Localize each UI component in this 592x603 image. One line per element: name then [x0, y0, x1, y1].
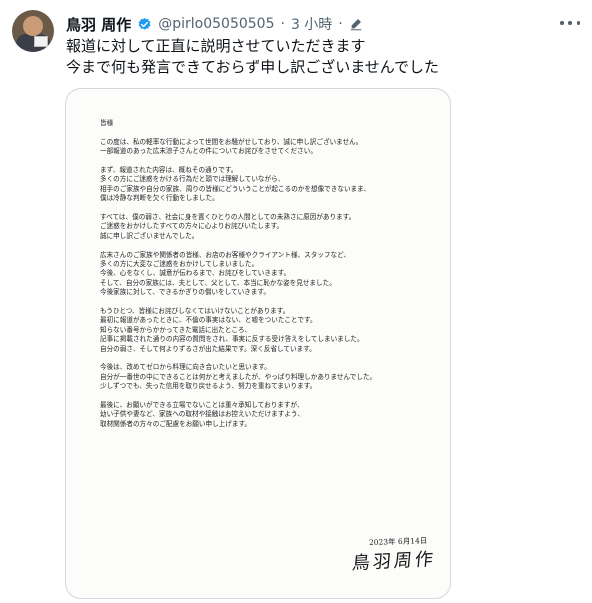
tweet-line: 報道に対して正直に説明させていただきます	[66, 37, 366, 55]
tweet-line: 今まで何も発言できておらず申し訳ございませんでした	[66, 58, 440, 76]
letter-line: この度は、私の軽率な行動によって世間をお騒がせしており、誠に申し訳ございません。	[100, 137, 363, 146]
avatar-card	[34, 36, 48, 47]
author-handle[interactable]: @pirlo05050505	[158, 16, 274, 32]
separator-dot: ·	[280, 16, 285, 32]
letter-line: 幼い子供や妻など、家族への取材や接触はお控えいただけますよう、	[100, 410, 305, 419]
letter-line: 一部報道のあった広末涼子さんとの件についてお詫びをさせてください。	[100, 147, 317, 156]
post-time[interactable]: 3 小時	[291, 14, 332, 34]
letter-line: 記事に掲載された通りの内容の質問をされ、事実に反する受け答えをしてしまいました。	[100, 335, 364, 344]
letter-line: 多くの方にご迷惑をかける行為だと頭では理解していながら、	[100, 175, 285, 184]
letter-line: 自分の弱さ、そして何よりずるさが出た結果です。深く反省しています。	[100, 344, 316, 353]
letter-paragraph: この度は、私の軽率な行動によって世間をお騒がせしており、誠に申し訳ございません。…	[100, 138, 420, 157]
letter-line: 相手のご家族や自分の家族、周りの皆様にどういうことが起こるのかを想像できないまま…	[100, 184, 371, 193]
edited-pencil-icon[interactable]	[349, 17, 363, 31]
letter-line: 最初に報道があったときに、不倫の事実はない、と嘘をついたことです。	[100, 316, 317, 325]
letter-line: ご迷惑をおかけしたすべての方々に心よりお詫びいたします。	[100, 222, 284, 231]
tweet-header: 鳥羽 周作 @pirlo05050505 · 3 小時 ·	[66, 14, 363, 34]
letter-line: すべては、僕の弱さ、社会に身を置くひとりの人間としての未熟さに原因があります。	[100, 213, 356, 222]
letter-paragraph: 最後に、お願いができる立場でないことは重々承知しておりますが、 幼い子供や妻など…	[100, 401, 420, 429]
letter-line: 僕は冷静な判断を欠く行動をしました。	[100, 194, 219, 203]
letter-line: 今後は、改めてゼロから料理に向き合いたいと思います。	[100, 363, 271, 372]
letter-image[interactable]: 皆様 この度は、私の軽率な行動によって世間をお騒がせしており、誠に申し訳ございま…	[65, 88, 451, 599]
letter-paragraph: まず、報道された内容は、概ねその通りです。 多くの方にご迷惑をかける行為だと頭で…	[100, 166, 420, 204]
letter-signature: 鳥羽周作	[351, 548, 437, 575]
letter-line: 今後、心をなくし、誠意が伝わるまで、お詫びをしていきます。	[100, 269, 291, 278]
letter-line: 知らない番号からかかってきた電話に出たところ、	[100, 325, 252, 334]
letter-salutation: 皆様	[100, 119, 114, 127]
letter-line: 広末さんのご家族や関係者の皆様、お店のお客様やクライアント様、スタッフなど、	[100, 250, 350, 259]
letter-line: 今後家族に対して、できるかぎりの償いをしていきます。	[100, 288, 270, 297]
avatar-head	[23, 16, 43, 36]
letter-paragraph: もうひとつ、皆様にお詫びしなくてはいけないことがあります。 最初に報道があったと…	[100, 307, 420, 354]
letter-paragraph: 広末さんのご家族や関係者の皆様、お店のお客様やクライアント様、スタッフなど、 多…	[100, 251, 420, 298]
more-options-icon[interactable]	[560, 16, 580, 30]
letter-line: 少しずつでも、失った信用を取り戻せるよう、努力を重ねてまいります。	[100, 382, 317, 391]
letter-line: そして、自分の家族には、夫として、父として、本当に恥かな姿を見せました。	[100, 278, 336, 287]
tweet-text: 報道に対して正直に説明させていただきます 今まで何も発言できておらず申し訳ござい…	[66, 36, 439, 78]
letter-line: 誠に申し訳ございませんでした。	[100, 231, 199, 240]
letter-line: 取材関係者の方々のご配慮をお願い申し上げます。	[100, 419, 251, 428]
letter-paragraph: すべては、僕の弱さ、社会に身を置くひとりの人間としての未熟さに原因があります。 …	[100, 213, 420, 241]
letter-line: 自分が一番世の中にできることは何かと考えましたが、やっぱり料理しかありませんでし…	[100, 372, 377, 381]
separator-dot: ·	[338, 16, 343, 32]
author-name[interactable]: 鳥羽 周作	[66, 14, 131, 35]
author-avatar[interactable]	[12, 10, 54, 52]
verified-badge-icon	[138, 17, 151, 30]
letter-line: まず、報道された内容は、概ねその通りです。	[100, 166, 238, 174]
letter-paragraph: 今後は、改めてゼロから料理に向き合いたいと思います。 自分が一番世の中にできるこ…	[100, 363, 420, 391]
letter-body: 皆様 この度は、私の軽率な行動によって世間をお騒がせしており、誠に申し訳ございま…	[100, 119, 420, 439]
